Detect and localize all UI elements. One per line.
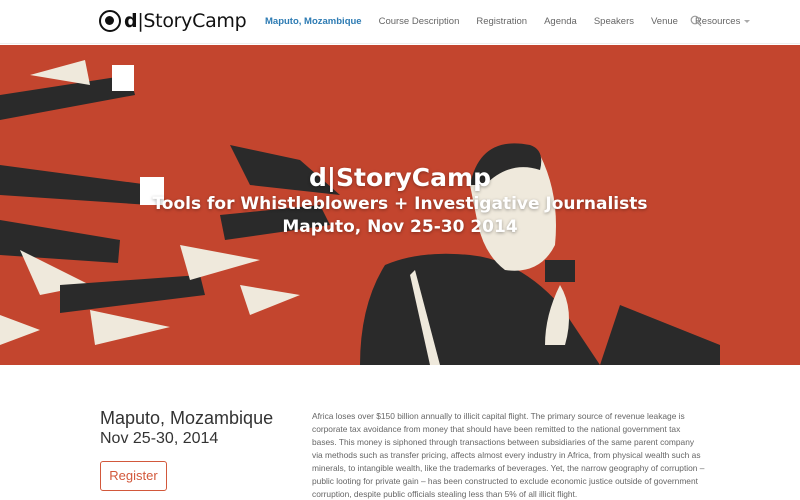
site-header: d|StoryCamp Maputo, Mozambique Course De… — [0, 0, 800, 44]
logo-text: d|StoryCamp — [124, 10, 247, 32]
chevron-down-icon — [744, 19, 751, 23]
hero-location-dates: Maputo, Nov 25-30 2014 — [282, 217, 518, 237]
hero-banner: d|StoryCamp Tools for Whistleblowers + I… — [0, 45, 800, 365]
logo-mark-icon — [99, 10, 121, 32]
nav-item-agenda[interactable]: Agenda — [544, 16, 577, 27]
intro-paragraph: Africa loses over $150 billion annually … — [312, 411, 705, 499]
nav-item-resources[interactable]: Resources — [695, 16, 751, 27]
nav-item-venue[interactable]: Venue — [651, 16, 678, 27]
event-dates: Nov 25-30, 2014 — [100, 430, 219, 447]
hero-title: d|StoryCamp — [309, 163, 491, 192]
nav-item-maputo[interactable]: Maputo, Mozambique — [265, 16, 362, 27]
register-button[interactable]: Register — [100, 461, 167, 491]
event-city: Maputo, Mozambique — [100, 408, 274, 428]
hero-text-block: d|StoryCamp Tools for Whistleblowers + I… — [0, 163, 800, 239]
site-logo[interactable]: d|StoryCamp — [99, 9, 247, 33]
search-icon[interactable] — [690, 15, 702, 27]
hero-subtitle: Tools for Whistleblowers + Investigative… — [152, 194, 648, 214]
nav-item-course-description[interactable]: Course Description — [379, 16, 460, 27]
nav-item-speakers[interactable]: Speakers — [594, 16, 634, 27]
nav-item-registration[interactable]: Registration — [476, 16, 527, 27]
